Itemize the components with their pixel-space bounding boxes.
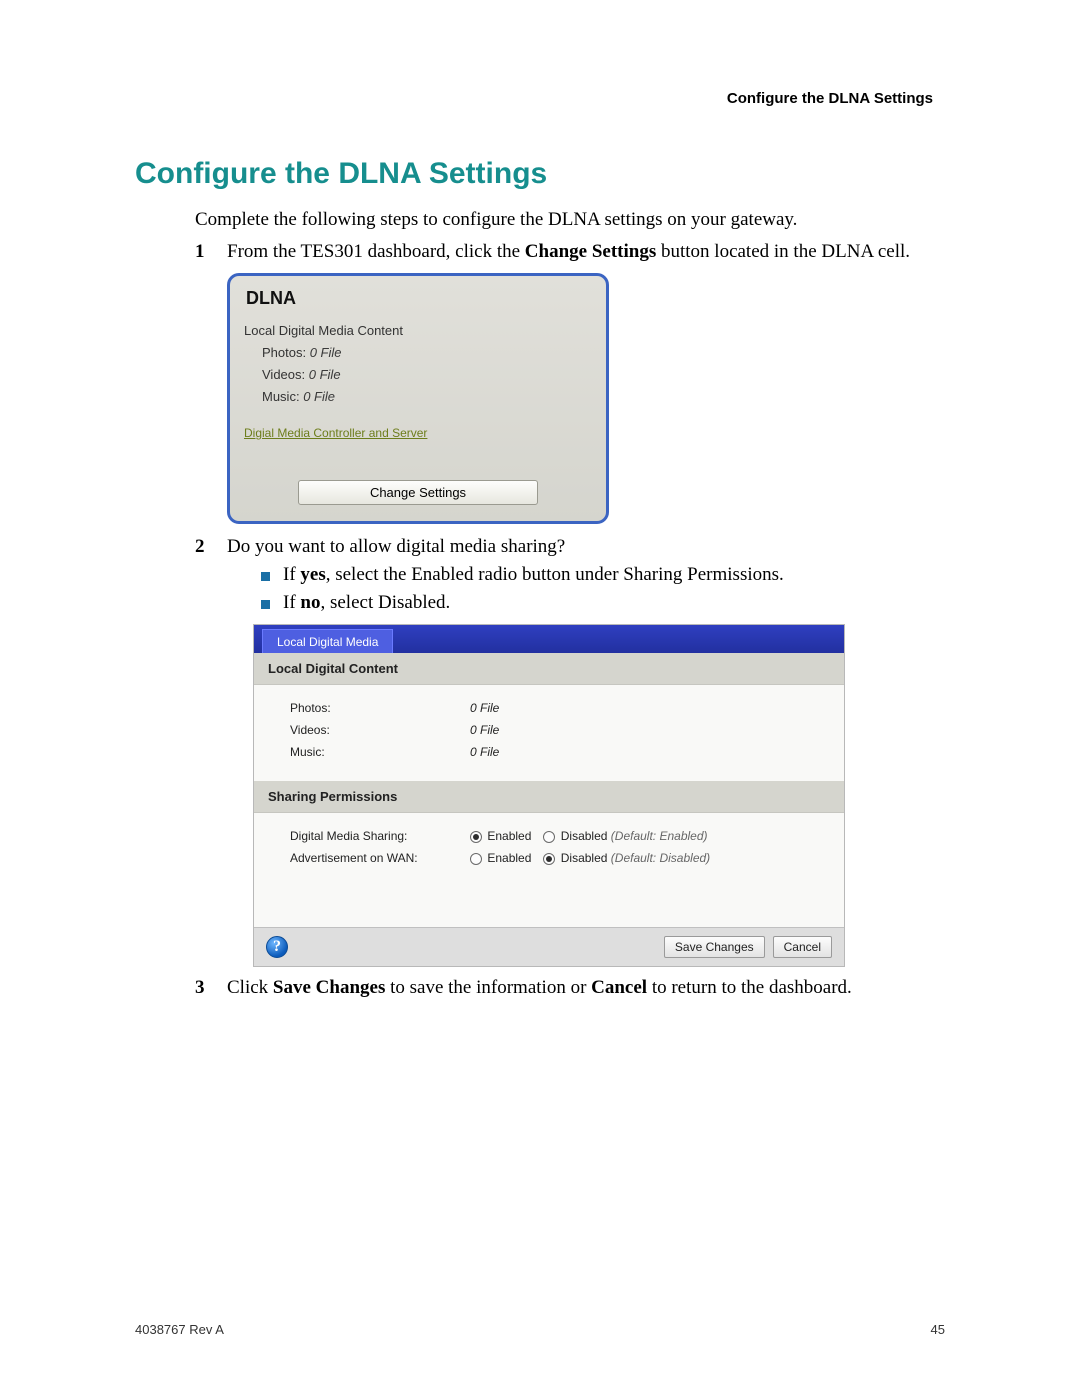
step-1-text-a: From the TES301 dashboard, click the [227,241,525,262]
step-2-yes-a: If [283,564,300,585]
step-3: Click Save Changes to save the informati… [195,977,945,999]
dlna-card: DLNA Local Digital Media Content Photos:… [227,273,609,524]
perm-dms-enabled-cell: Enabled [464,825,537,847]
content-music-value: 0 File [464,741,584,763]
table-row: Videos: 0 File [284,719,584,741]
dlna-videos-label: Videos: [262,367,305,382]
step-2: Do you want to allow digital media shari… [195,536,945,967]
running-header: Configure the DLNA Settings [135,90,933,107]
intro-text: Complete the following steps to configur… [195,209,945,231]
dlna-music-label: Music: [262,389,300,404]
step-3-d: Cancel [591,977,647,998]
dlna-photos-row: Photos: 0 File [262,342,592,364]
dlna-controller-link[interactable]: Digial Media Controller and Server [244,426,592,440]
radio-wan-enabled[interactable] [470,853,482,865]
content-music-label: Music: [284,741,464,763]
dlna-music-row: Music: 0 File [262,386,592,408]
section-sharing-permissions: Sharing Permissions [254,781,844,813]
step-2-text: Do you want to allow digital media shari… [227,536,565,557]
step-2-yes-b: yes [300,564,325,585]
perm-enabled-label: Enabled [487,829,531,843]
dlna-card-subtitle: Local Digital Media Content [244,323,592,338]
step-1: From the TES301 dashboard, click the Cha… [195,241,945,524]
radio-dms-enabled[interactable] [470,831,482,843]
step-2-no: If no, select Disabled. [261,592,945,614]
perm-disabled-label: Disabled [561,829,608,843]
panel-footer: ? Save Changes Cancel [254,927,844,966]
table-row: Digital Media Sharing: Enabled Disabled … [284,825,716,847]
table-row: Advertisement on WAN: Enabled Disabled (… [284,847,716,869]
perm-wan-disabled-cell: Disabled (Default: Disabled) [537,847,716,869]
perm-dms-label: Digital Media Sharing: [284,825,464,847]
table-row: Music: 0 File [284,741,584,763]
panel-bluebar: Local Digital Media [254,625,844,653]
step-2-no-b: no [300,592,320,613]
content-table: Photos: 0 File Videos: 0 File Music: 0 F… [284,697,584,763]
perm-wan-label: Advertisement on WAN: [284,847,464,869]
step-3-b: Save Changes [273,977,385,998]
step-1-bold: Change Settings [525,241,656,262]
dlna-videos-row: Videos: 0 File [262,364,592,386]
radio-dms-disabled[interactable] [543,831,555,843]
content-videos-label: Videos: [284,719,464,741]
dlna-videos-value: 0 File [309,367,341,382]
step-3-a: Click [227,977,273,998]
cancel-button[interactable]: Cancel [773,936,832,958]
step-2-no-c: , select Disabled. [320,592,450,613]
step-2-no-a: If [283,592,300,613]
dlna-card-title: DLNA [246,288,592,309]
table-row: Photos: 0 File [284,697,584,719]
footer-doc-id: 4038767 Rev A [135,1322,224,1337]
step-2-yes: If yes, select the Enabled radio button … [261,564,945,586]
perm-disabled-label-2: Disabled [561,851,608,865]
perm-enabled-label-2: Enabled [487,851,531,865]
radio-wan-disabled[interactable] [543,853,555,865]
save-changes-button[interactable]: Save Changes [664,936,765,958]
perm-wan-enabled-cell: Enabled [464,847,537,869]
perm-dms-default: (Default: Enabled) [611,829,708,843]
content-videos-value: 0 File [464,719,584,741]
content-photos-value: 0 File [464,697,584,719]
dlna-music-value: 0 File [303,389,335,404]
settings-panel: Local Digital Media Local Digital Conten… [253,624,845,967]
perm-dms-disabled-cell: Disabled (Default: Enabled) [537,825,716,847]
change-settings-button[interactable]: Change Settings [298,480,538,505]
page-title: Configure the DLNA Settings [135,157,945,191]
perm-wan-default: (Default: Disabled) [611,851,710,865]
step-1-text-c: button located in the DLNA cell. [656,241,910,262]
dlna-photos-value: 0 File [310,345,342,360]
footer-page-number: 45 [931,1322,945,1337]
step-2-yes-c: , select the Enabled radio button under … [326,564,784,585]
step-3-e: to return to the dashboard. [647,977,852,998]
dlna-photos-label: Photos: [262,345,306,360]
section-local-digital-content: Local Digital Content [254,653,844,685]
permissions-table: Digital Media Sharing: Enabled Disabled … [284,825,716,869]
tab-local-digital-media[interactable]: Local Digital Media [262,629,393,653]
help-icon[interactable]: ? [266,936,288,958]
step-3-c: to save the information or [385,977,591,998]
content-photos-label: Photos: [284,697,464,719]
